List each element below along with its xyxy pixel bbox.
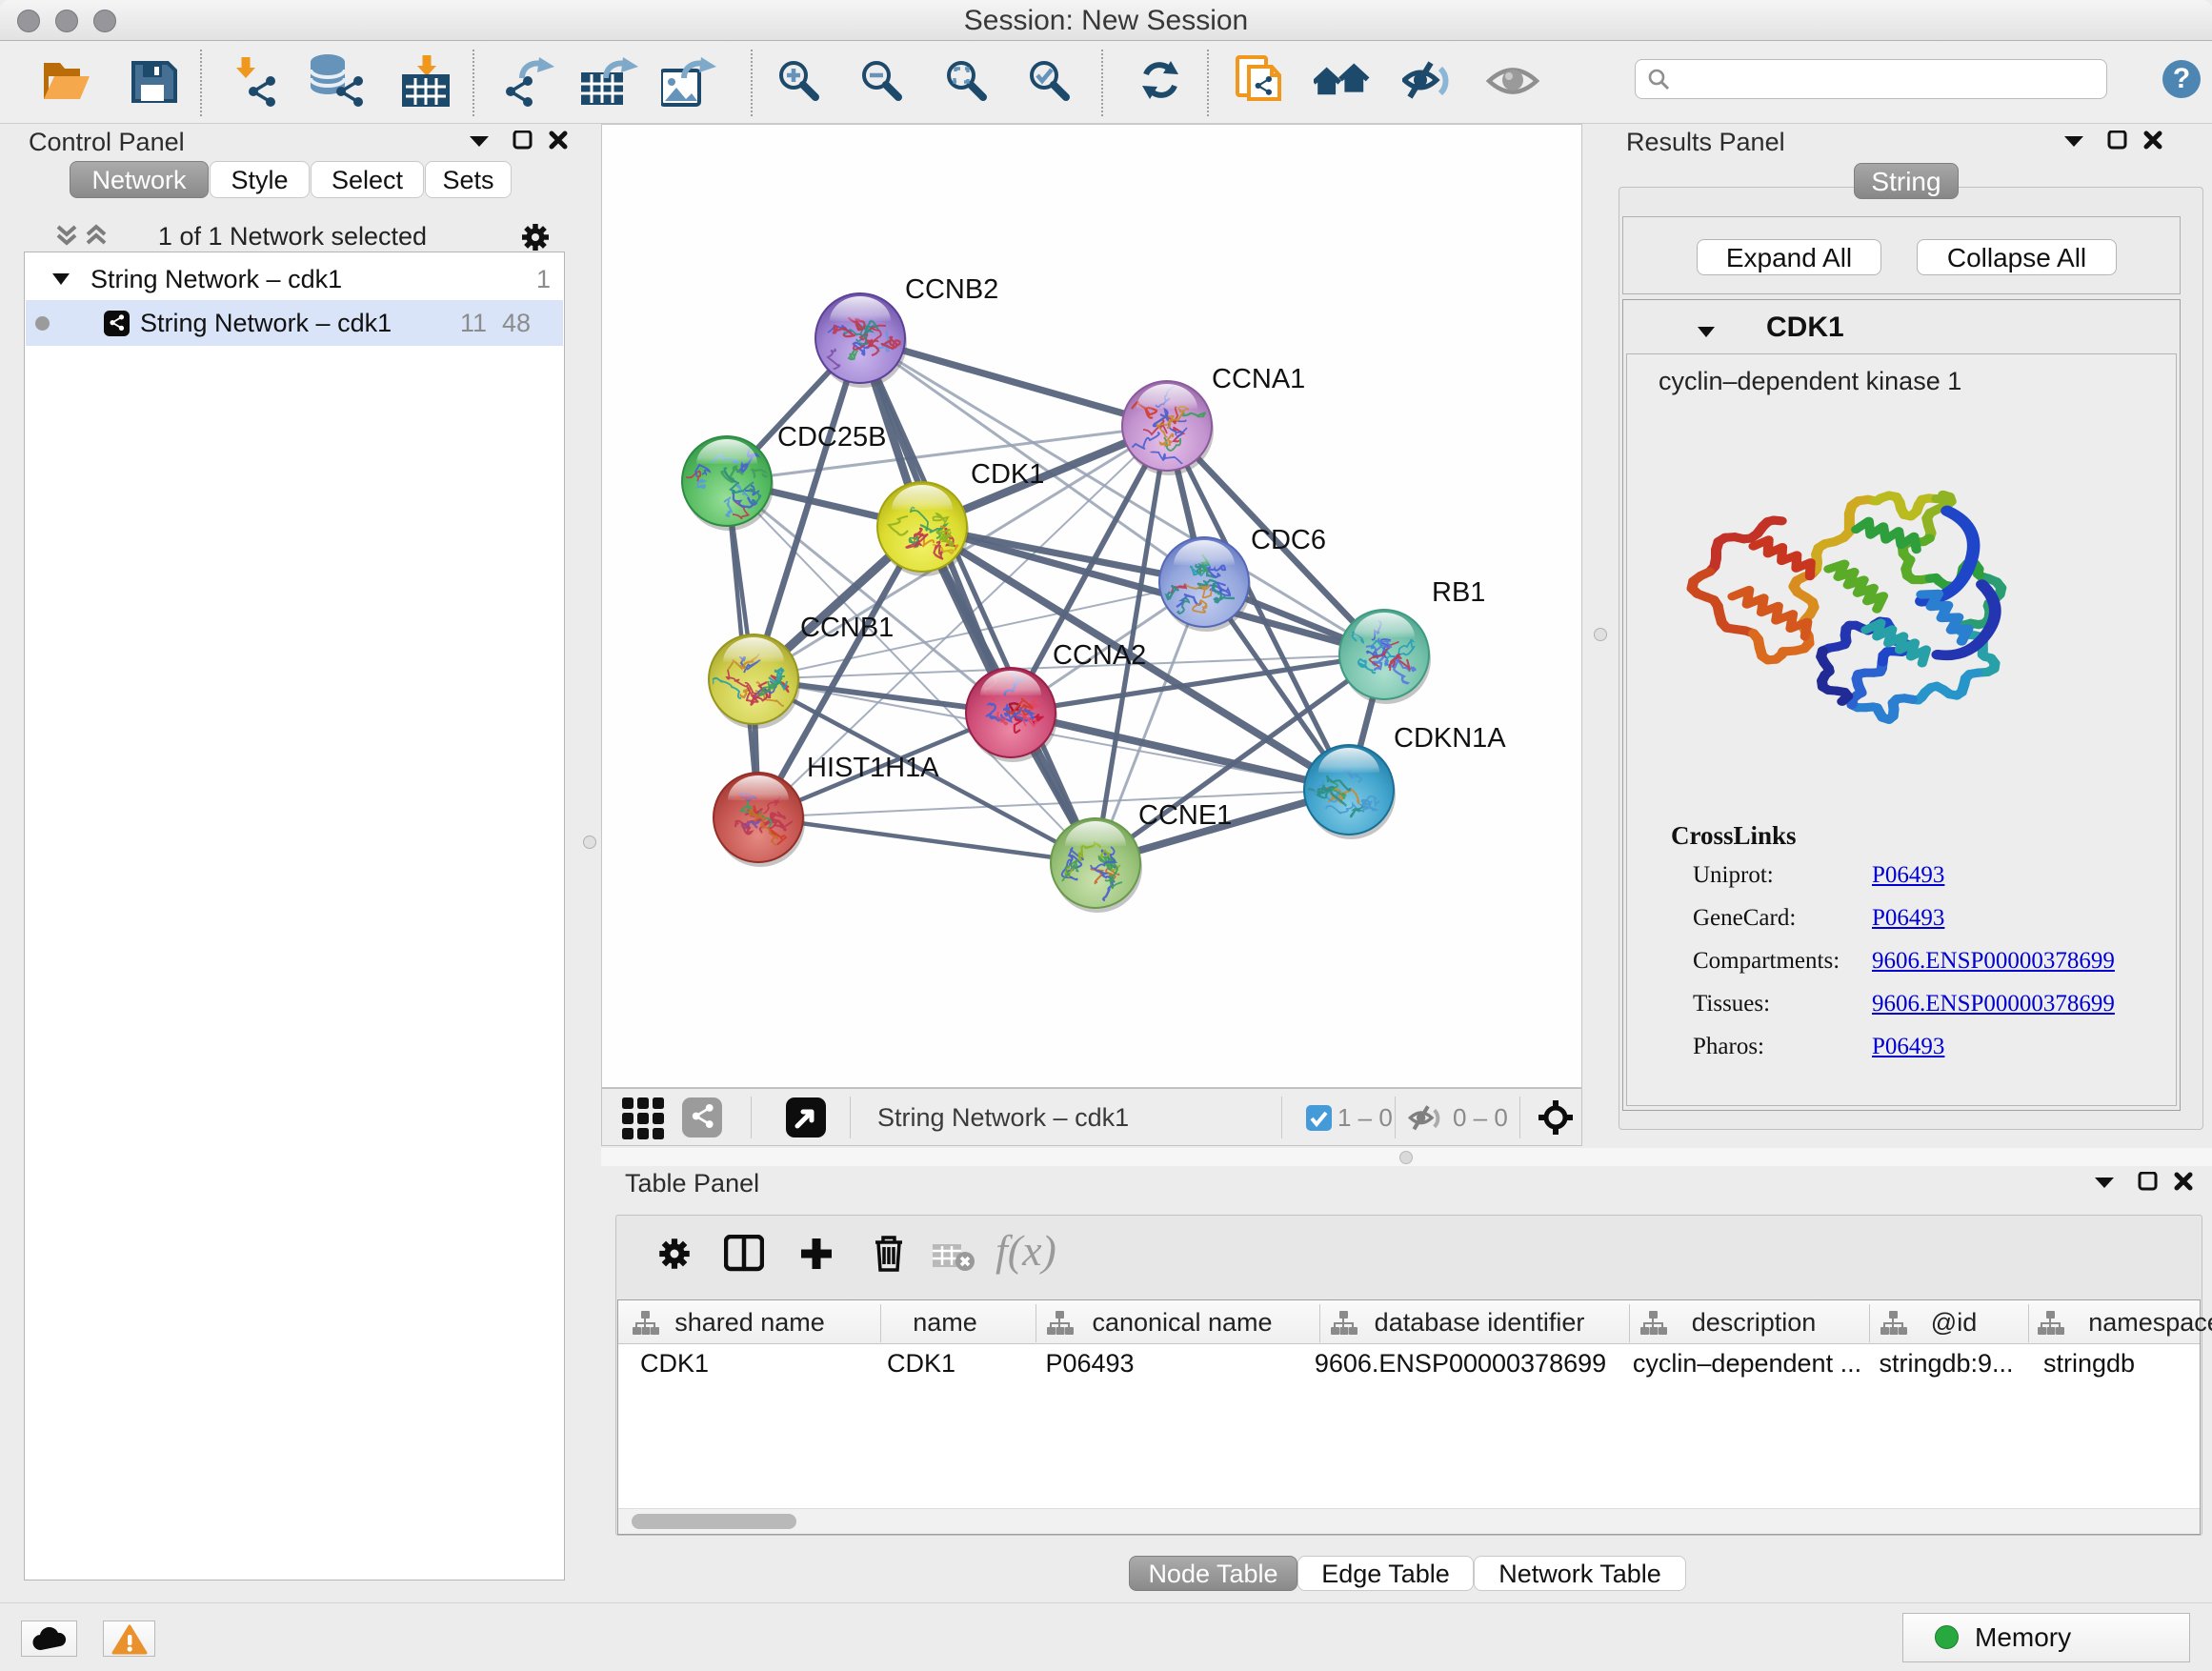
svg-text:?: ? (2173, 63, 2190, 94)
svg-text:CCNE1: CCNE1 (1138, 800, 1232, 831)
svg-text:CDKN1A: CDKN1A (1394, 723, 1506, 754)
svg-text:CCNA1: CCNA1 (1212, 364, 1305, 394)
svg-text:CDC6: CDC6 (1251, 525, 1326, 555)
svg-text:CCNB1: CCNB1 (800, 613, 894, 643)
svg-text:CCNB2: CCNB2 (905, 274, 998, 305)
svg-text:CDC25B: CDC25B (777, 422, 886, 453)
svg-text:CCNA2: CCNA2 (1053, 640, 1146, 671)
svg-text:RB1: RB1 (1432, 577, 1485, 608)
svg-text:CDK1: CDK1 (971, 459, 1044, 490)
svg-text:HIST1H1A: HIST1H1A (807, 753, 939, 783)
